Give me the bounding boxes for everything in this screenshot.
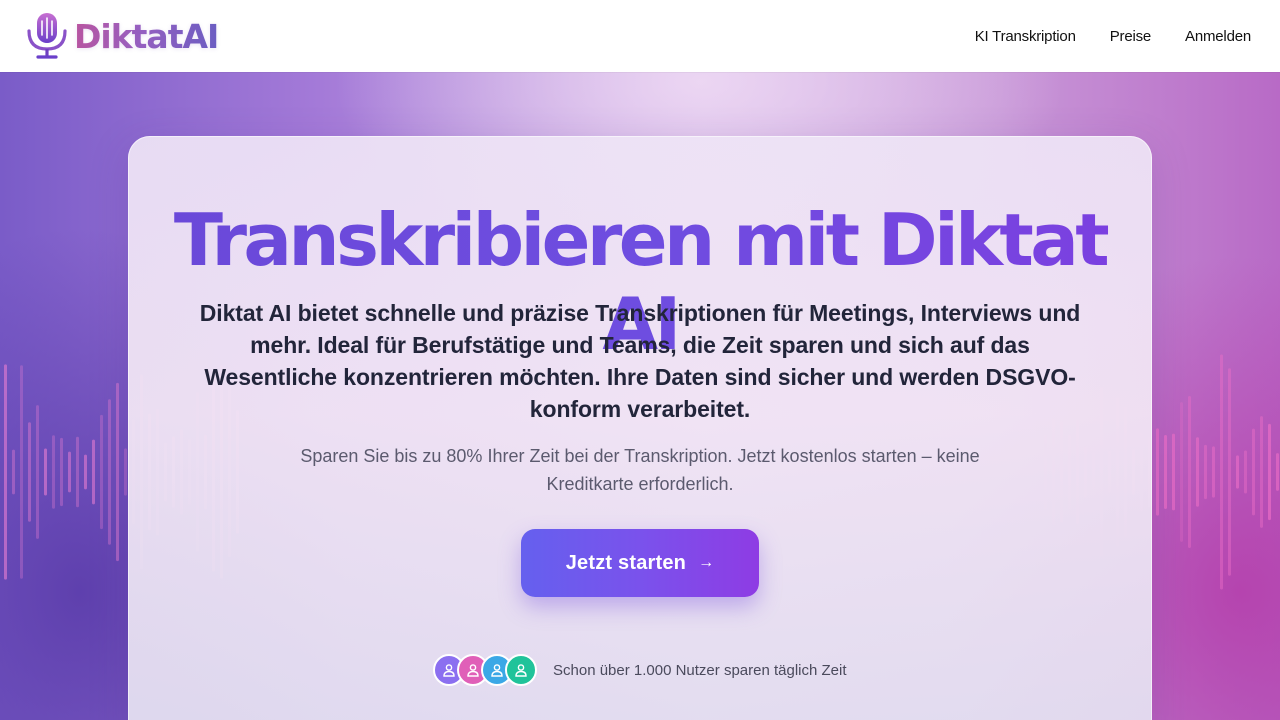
waveform-bar xyxy=(1172,433,1175,511)
waveform-bar xyxy=(1252,428,1255,516)
waveform-bar xyxy=(124,448,127,496)
main-nav: KI Transkription Preise Anmelden xyxy=(975,28,1251,45)
waveform-bar xyxy=(1244,450,1247,494)
waveform-bar xyxy=(36,405,39,539)
waveform-bar xyxy=(12,449,15,495)
waveform-bar xyxy=(1276,453,1279,491)
waveform-bar xyxy=(1260,416,1263,528)
waveform-bar xyxy=(1220,354,1223,590)
waveform-bar xyxy=(1156,428,1159,516)
hero-lead-text: Diktat AI bietet schnelle und präzise Tr… xyxy=(199,300,1081,422)
microphone-icon xyxy=(27,13,67,59)
waveform-bar xyxy=(1188,395,1191,549)
user-avatar-icon xyxy=(505,654,537,686)
waveform-bar xyxy=(1180,402,1183,542)
waveform-bar xyxy=(116,382,119,562)
social-proof-text: Schon über 1.000 Nutzer sparen täglich Z… xyxy=(553,661,847,679)
arrow-right-icon: → xyxy=(698,553,715,571)
start-now-button[interactable]: Jetzt starten → xyxy=(521,529,759,597)
hero-subtitle: Sparen Sie bis zu 80% Ihrer Zeit bei der… xyxy=(300,446,980,494)
waveform-bar xyxy=(1196,437,1199,507)
waveform-bar xyxy=(84,454,87,490)
waveform-bar xyxy=(1164,434,1167,510)
top-navbar: DiktatAI KI Transkription Preise Anmelde… xyxy=(0,0,1280,72)
start-now-label: Jetzt starten xyxy=(565,551,687,574)
waveform-bar xyxy=(1228,368,1231,576)
waveform-bar xyxy=(1268,423,1271,521)
waveform-bar xyxy=(92,439,95,505)
nav-ki-transkription[interactable]: KI Transkription xyxy=(975,28,1076,45)
social-proof: Schon über 1.000 Nutzer sparen täglich Z… xyxy=(433,654,847,686)
waveform-bar xyxy=(1212,446,1215,498)
waveform-bar xyxy=(1204,444,1207,500)
waveform-bar xyxy=(44,448,47,496)
waveform-bar xyxy=(76,436,79,508)
waveform-bar xyxy=(108,399,111,545)
waveform-bar xyxy=(52,435,55,509)
waveform-bar xyxy=(68,451,71,493)
brand-logo-link[interactable]: DiktatAI xyxy=(24,11,219,61)
nav-preise[interactable]: Preise xyxy=(1110,28,1152,45)
nav-anmelden[interactable]: Anmelden xyxy=(1185,28,1251,45)
waveform-bar xyxy=(4,364,7,580)
waveform-bar xyxy=(1236,455,1239,489)
waveform-bar xyxy=(100,414,103,530)
waveform-bar xyxy=(20,365,23,579)
brand-name: DiktatAI xyxy=(74,16,219,56)
waveform-bar xyxy=(60,437,63,507)
waveform-bar xyxy=(28,422,31,522)
user-avatars xyxy=(433,654,537,686)
